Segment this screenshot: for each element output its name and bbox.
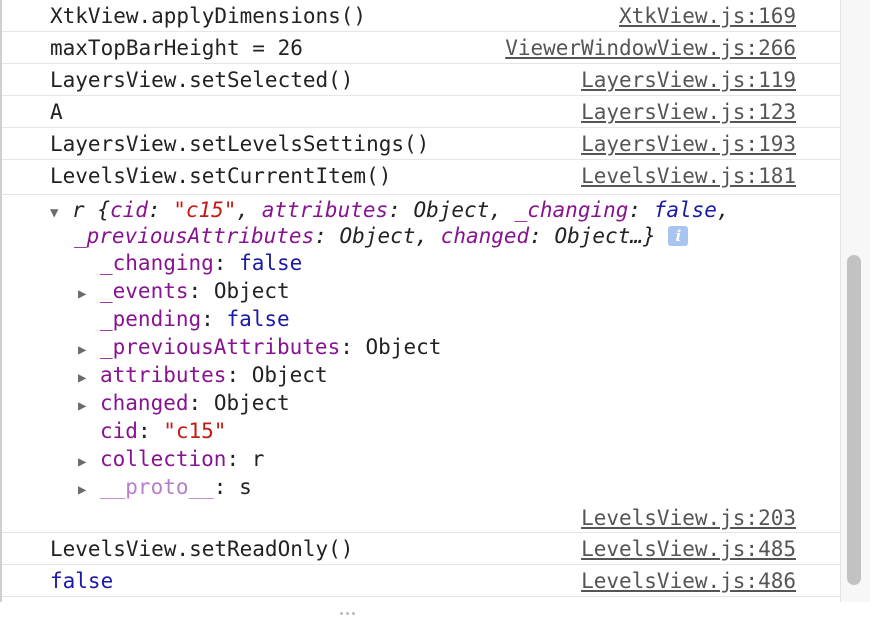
log-source-link[interactable]: LayersView.js:123: [581, 97, 796, 127]
log-message: LevelsView.setReadOnly(): [50, 537, 354, 561]
log-source-link[interactable]: LayersView.js:193: [581, 129, 796, 159]
property-row[interactable]: ▶ attributes: Object: [78, 361, 328, 392]
log-source-link[interactable]: ViewerWindowView.js:266: [505, 33, 796, 63]
property-key: _events: [100, 279, 189, 303]
log-message: LayersView.setLevelsSettings(): [50, 132, 430, 156]
property-value: Object: [365, 335, 442, 359]
log-source-link[interactable]: LevelsView.js:486: [581, 566, 796, 596]
log-source-link[interactable]: LayersView.js:119: [581, 65, 796, 95]
property-value: Object: [213, 391, 290, 415]
log-row: XtkView.applyDimensions() XtkView.js:169: [2, 0, 840, 32]
summary-key: cid: [109, 198, 148, 222]
info-icon[interactable]: i: [668, 226, 689, 246]
property-row[interactable]: ▶ collection: r: [78, 445, 264, 476]
object-type: r: [72, 198, 85, 222]
property-value: "c15": [163, 419, 227, 443]
log-source-link[interactable]: LevelsView.js:181: [581, 161, 796, 191]
property-key: attributes: [100, 363, 227, 387]
property-key: collection: [100, 447, 227, 471]
summary-value: "c15": [173, 198, 237, 222]
log-row: maxTopBarHeight = 26 ViewerWindowView.js…: [2, 32, 840, 64]
object-inspector: ▼ r {cid: "c15", attributes: Object, _cha…: [2, 195, 840, 505]
resize-handle[interactable]: [340, 596, 370, 615]
property-row[interactable]: ▶ _events: Object: [78, 277, 290, 308]
property-key: __proto__: [100, 475, 214, 499]
summary-value: Object…}: [554, 224, 656, 248]
property-row: _pending: false: [100, 307, 290, 331]
property-row[interactable]: ▶ __proto__: s: [78, 473, 252, 504]
triangle-right-icon[interactable]: ▶: [78, 392, 100, 420]
summary-key: changed: [440, 224, 530, 248]
log-row: LevelsView.setReadOnly() LevelsView.js:4…: [2, 533, 840, 565]
property-key: _pending: [100, 307, 202, 331]
property-key: changed: [100, 391, 189, 415]
log-row: A LayersView.js:123: [2, 96, 840, 128]
summary-value: false: [653, 198, 717, 222]
log-message: maxTopBarHeight = 26: [50, 36, 303, 60]
log-row: LevelsView.setCurrentItem() LevelsView.j…: [2, 160, 840, 195]
property-key: _changing: [100, 251, 214, 275]
log-row: false LevelsView.js:486: [2, 565, 840, 597]
summary-key: _changing: [514, 198, 629, 222]
log-row: LayersView.setSelected() LayersView.js:1…: [2, 64, 840, 96]
brace: {: [97, 198, 110, 222]
triangle-right-icon[interactable]: ▶: [78, 336, 100, 364]
triangle-right-icon[interactable]: ▶: [78, 448, 100, 476]
property-row: cid: "c15": [100, 419, 227, 443]
triangle-down-icon[interactable]: ▼: [50, 199, 72, 227]
log-message: LevelsView.setCurrentItem(): [50, 164, 392, 188]
log-message: LayersView.setSelected(): [50, 68, 354, 92]
summary-value: Object: [339, 224, 416, 248]
property-row[interactable]: ▶ _previousAttributes: Object: [78, 333, 441, 364]
console-log: XtkView.applyDimensions() XtkView.js:169…: [2, 0, 840, 602]
log-source-link[interactable]: XtkView.js:169: [619, 1, 796, 31]
triangle-right-icon[interactable]: ▶: [78, 364, 100, 392]
log-source-link[interactable]: LevelsView.js:203: [581, 503, 796, 533]
property-value: Object: [251, 363, 328, 387]
log-row: LayersView.setLevelsSettings() LayersVie…: [2, 128, 840, 160]
property-value: false: [239, 251, 303, 275]
property-key: _previousAttributes: [100, 335, 341, 359]
property-value: s: [239, 475, 252, 499]
triangle-right-icon[interactable]: ▶: [78, 476, 100, 504]
summary-key: attributes: [261, 198, 389, 222]
triangle-right-icon[interactable]: ▶: [78, 280, 100, 308]
property-row[interactable]: ▶ changed: Object: [78, 389, 290, 420]
object-summary-cont: _previousAttributes: Object, changed: Ob…: [74, 222, 689, 250]
log-source-link[interactable]: LevelsView.js:485: [581, 534, 796, 564]
property-value: r: [251, 447, 265, 471]
log-message: A: [50, 100, 63, 124]
log-message: false: [50, 569, 114, 593]
property-value: false: [226, 307, 290, 331]
summary-key: _previousAttributes: [74, 224, 315, 248]
property-key: cid: [100, 419, 138, 443]
scrollbar-thumb[interactable]: [847, 255, 861, 585]
log-row: LevelsView.js:203: [2, 502, 840, 533]
summary-value: Object: [413, 198, 490, 222]
property-row: _changing: false: [100, 251, 303, 275]
property-value: Object: [213, 279, 290, 303]
log-message: XtkView.applyDimensions(): [50, 4, 367, 28]
